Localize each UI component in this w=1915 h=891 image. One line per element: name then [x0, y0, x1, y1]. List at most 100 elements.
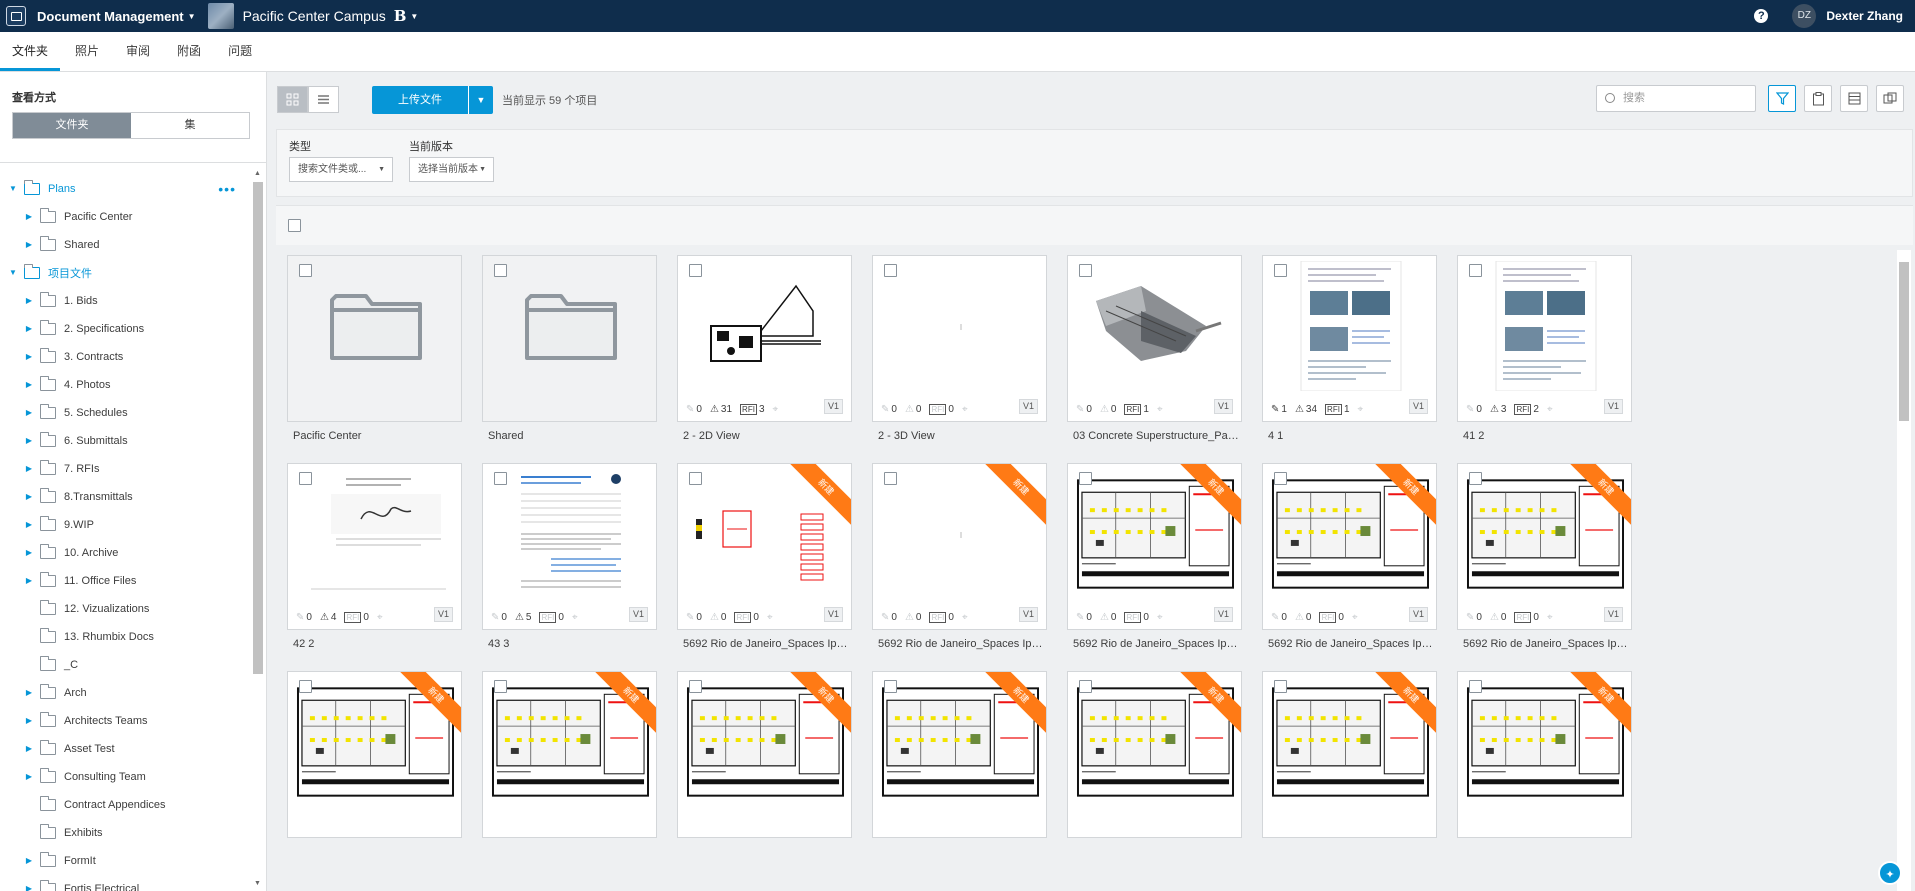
card-checkbox[interactable]: [1274, 680, 1287, 693]
card-checkbox[interactable]: [884, 472, 897, 485]
card-name[interactable]: Pacific Center: [287, 430, 462, 442]
card-name[interactable]: 5692 Rio de Janeiro_Spaces Ipanema_0...: [1067, 638, 1242, 650]
folder-card[interactable]: [482, 255, 657, 422]
folder-card[interactable]: [287, 255, 462, 422]
file-card[interactable]: 新建 ✎ 0 ⚠ 0 RFI 0 ⌖ V1: [677, 463, 852, 630]
export-button[interactable]: [1804, 85, 1832, 112]
tree-item[interactable]: ▼ 项目文件: [0, 259, 250, 287]
tree-item[interactable]: ▶ 9.WIP: [0, 511, 250, 539]
tree-item[interactable]: ▶ Pacific Center: [0, 203, 250, 231]
file-card[interactable]: 新建 ✎ 0 ⚠ 0 RFI 0 ⌖ V1: [1067, 463, 1242, 630]
card-checkbox[interactable]: [1469, 680, 1482, 693]
file-card[interactable]: 新建: [677, 671, 852, 838]
version-badge[interactable]: V1: [628, 607, 648, 622]
app-title[interactable]: Document Management: [37, 9, 184, 24]
card-checkbox[interactable]: [299, 680, 312, 693]
file-card[interactable]: ✎ 0 ⚠ 0 RFI 1 ⌖ V1: [1067, 255, 1242, 422]
file-card[interactable]: ✎ 0 ⚠ 4 RFI 0 ⌖ V1: [287, 463, 462, 630]
version-badge[interactable]: V1: [1603, 399, 1623, 414]
more-options-icon[interactable]: •••: [218, 181, 236, 197]
version-badge[interactable]: V1: [1213, 399, 1233, 414]
tab-issues[interactable]: 问题: [216, 32, 264, 71]
version-badge[interactable]: V1: [1018, 607, 1038, 622]
tree-item[interactable]: ▶ Fortis Electrical: [0, 875, 250, 891]
content-scrollbar[interactable]: [1897, 250, 1911, 891]
collapse-icon[interactable]: ▶: [24, 240, 34, 250]
file-card[interactable]: ✎ 0 ⚠ 5 RFI 0 ⌖ V1: [482, 463, 657, 630]
scrollbar-thumb[interactable]: [1899, 262, 1909, 421]
avatar[interactable]: DZ: [1792, 4, 1817, 28]
file-card[interactable]: 新建: [482, 671, 657, 838]
collapse-icon[interactable]: ▶: [24, 352, 34, 362]
version-badge[interactable]: V1: [1408, 607, 1428, 622]
card-checkbox[interactable]: [1079, 264, 1092, 277]
collapse-icon[interactable]: ▶: [24, 436, 34, 446]
scroll-up-icon[interactable]: ▲: [254, 170, 261, 177]
collapse-icon[interactable]: ▶: [24, 296, 34, 306]
tree-item[interactable]: ▶ FormIt: [0, 847, 250, 875]
tree-item[interactable]: ▶ 2. Specifications: [0, 315, 250, 343]
card-checkbox[interactable]: [494, 680, 507, 693]
file-card[interactable]: 新建: [1457, 671, 1632, 838]
card-checkbox[interactable]: [1469, 472, 1482, 485]
tab-reviews[interactable]: 审阅: [114, 32, 162, 71]
card-checkbox[interactable]: [1274, 472, 1287, 485]
tree-item[interactable]: ▶ Shared: [0, 231, 250, 259]
card-checkbox[interactable]: [299, 264, 312, 277]
card-checkbox[interactable]: [1079, 472, 1092, 485]
upload-menu-button[interactable]: ▼: [468, 85, 493, 114]
project-name[interactable]: Pacific Center Campus: [243, 8, 386, 24]
version-badge[interactable]: V1: [433, 607, 453, 622]
user-name[interactable]: Dexter Zhang: [1826, 9, 1903, 23]
app-switcher-icon[interactable]: [6, 6, 26, 26]
tree-item[interactable]: 13. Rhumbix Docs: [0, 623, 250, 651]
card-checkbox[interactable]: [494, 264, 507, 277]
version-badge[interactable]: V1: [1213, 607, 1233, 622]
file-card[interactable]: ✎ 0 ⚠ 31 RFI 3 ⌖ V1: [677, 255, 852, 422]
scrollbar-thumb[interactable]: [253, 182, 263, 674]
version-filter-select[interactable]: 选择当前版本 ▼: [409, 157, 494, 182]
card-name[interactable]: 5692 Rio de Janeiro_Spaces Ipanema_0...: [872, 638, 1047, 650]
tree-item[interactable]: ▶ 3. Contracts: [0, 343, 250, 371]
collapse-icon[interactable]: ▶: [24, 520, 34, 530]
file-card[interactable]: 新建: [1262, 671, 1437, 838]
tree-item[interactable]: _C: [0, 651, 250, 679]
tree-item[interactable]: Exhibits: [0, 819, 250, 847]
file-card[interactable]: ✎ 1 ⚠ 34 RFI 1 ⌖ V1: [1262, 255, 1437, 422]
card-name[interactable]: 03 Concrete Superstructure_PacificCent..…: [1067, 430, 1242, 442]
help-icon[interactable]: ?: [1754, 9, 1769, 23]
chevron-down-icon[interactable]: ▼: [188, 12, 196, 21]
tree-item[interactable]: ▼ Plans •••: [0, 175, 250, 203]
version-badge[interactable]: V1: [1018, 399, 1038, 414]
collapse-icon[interactable]: ▶: [24, 772, 34, 782]
columns-button[interactable]: [1840, 85, 1868, 112]
tree-item[interactable]: ▶ Asset Test: [0, 735, 250, 763]
tree-item[interactable]: ▶ 7. RFIs: [0, 455, 250, 483]
view-sets-button[interactable]: 集: [131, 113, 249, 138]
collapse-icon[interactable]: ▶: [24, 408, 34, 418]
version-badge[interactable]: V1: [1408, 399, 1428, 414]
file-card[interactable]: 新建 ✎ 0 ⚠ 0 RFI 0 ⌖ V1: [872, 463, 1047, 630]
expand-icon[interactable]: ▼: [8, 184, 18, 194]
sidebar-scrollbar[interactable]: ▲ ▼: [252, 170, 264, 891]
select-all-checkbox[interactable]: [288, 219, 301, 232]
tree-item[interactable]: ▶ 6. Submittals: [0, 427, 250, 455]
tab-photos[interactable]: 照片: [63, 32, 111, 71]
card-checkbox[interactable]: [1274, 264, 1287, 277]
file-card[interactable]: 新建: [872, 671, 1047, 838]
card-checkbox[interactable]: [689, 264, 702, 277]
tab-folders[interactable]: 文件夹: [0, 32, 61, 71]
collapse-icon[interactable]: ▶: [24, 548, 34, 558]
type-filter-select[interactable]: 搜索文件类或... ▼: [289, 157, 393, 182]
tree-item[interactable]: ▶ Consulting Team: [0, 763, 250, 791]
tree-item[interactable]: ▶ 10. Archive: [0, 539, 250, 567]
card-name[interactable]: 5692 Rio de Janeiro_Spaces Ipanema_0...: [1262, 638, 1437, 650]
tree-item[interactable]: ▶ Architects Teams: [0, 707, 250, 735]
card-checkbox[interactable]: [299, 472, 312, 485]
card-name[interactable]: 2 - 3D View: [872, 430, 1047, 442]
card-checkbox[interactable]: [689, 680, 702, 693]
collapse-icon[interactable]: ▶: [24, 492, 34, 502]
card-name[interactable]: Shared: [482, 430, 657, 442]
scroll-down-icon[interactable]: ▼: [254, 880, 261, 887]
tree-item[interactable]: ▶ 4. Photos: [0, 371, 250, 399]
